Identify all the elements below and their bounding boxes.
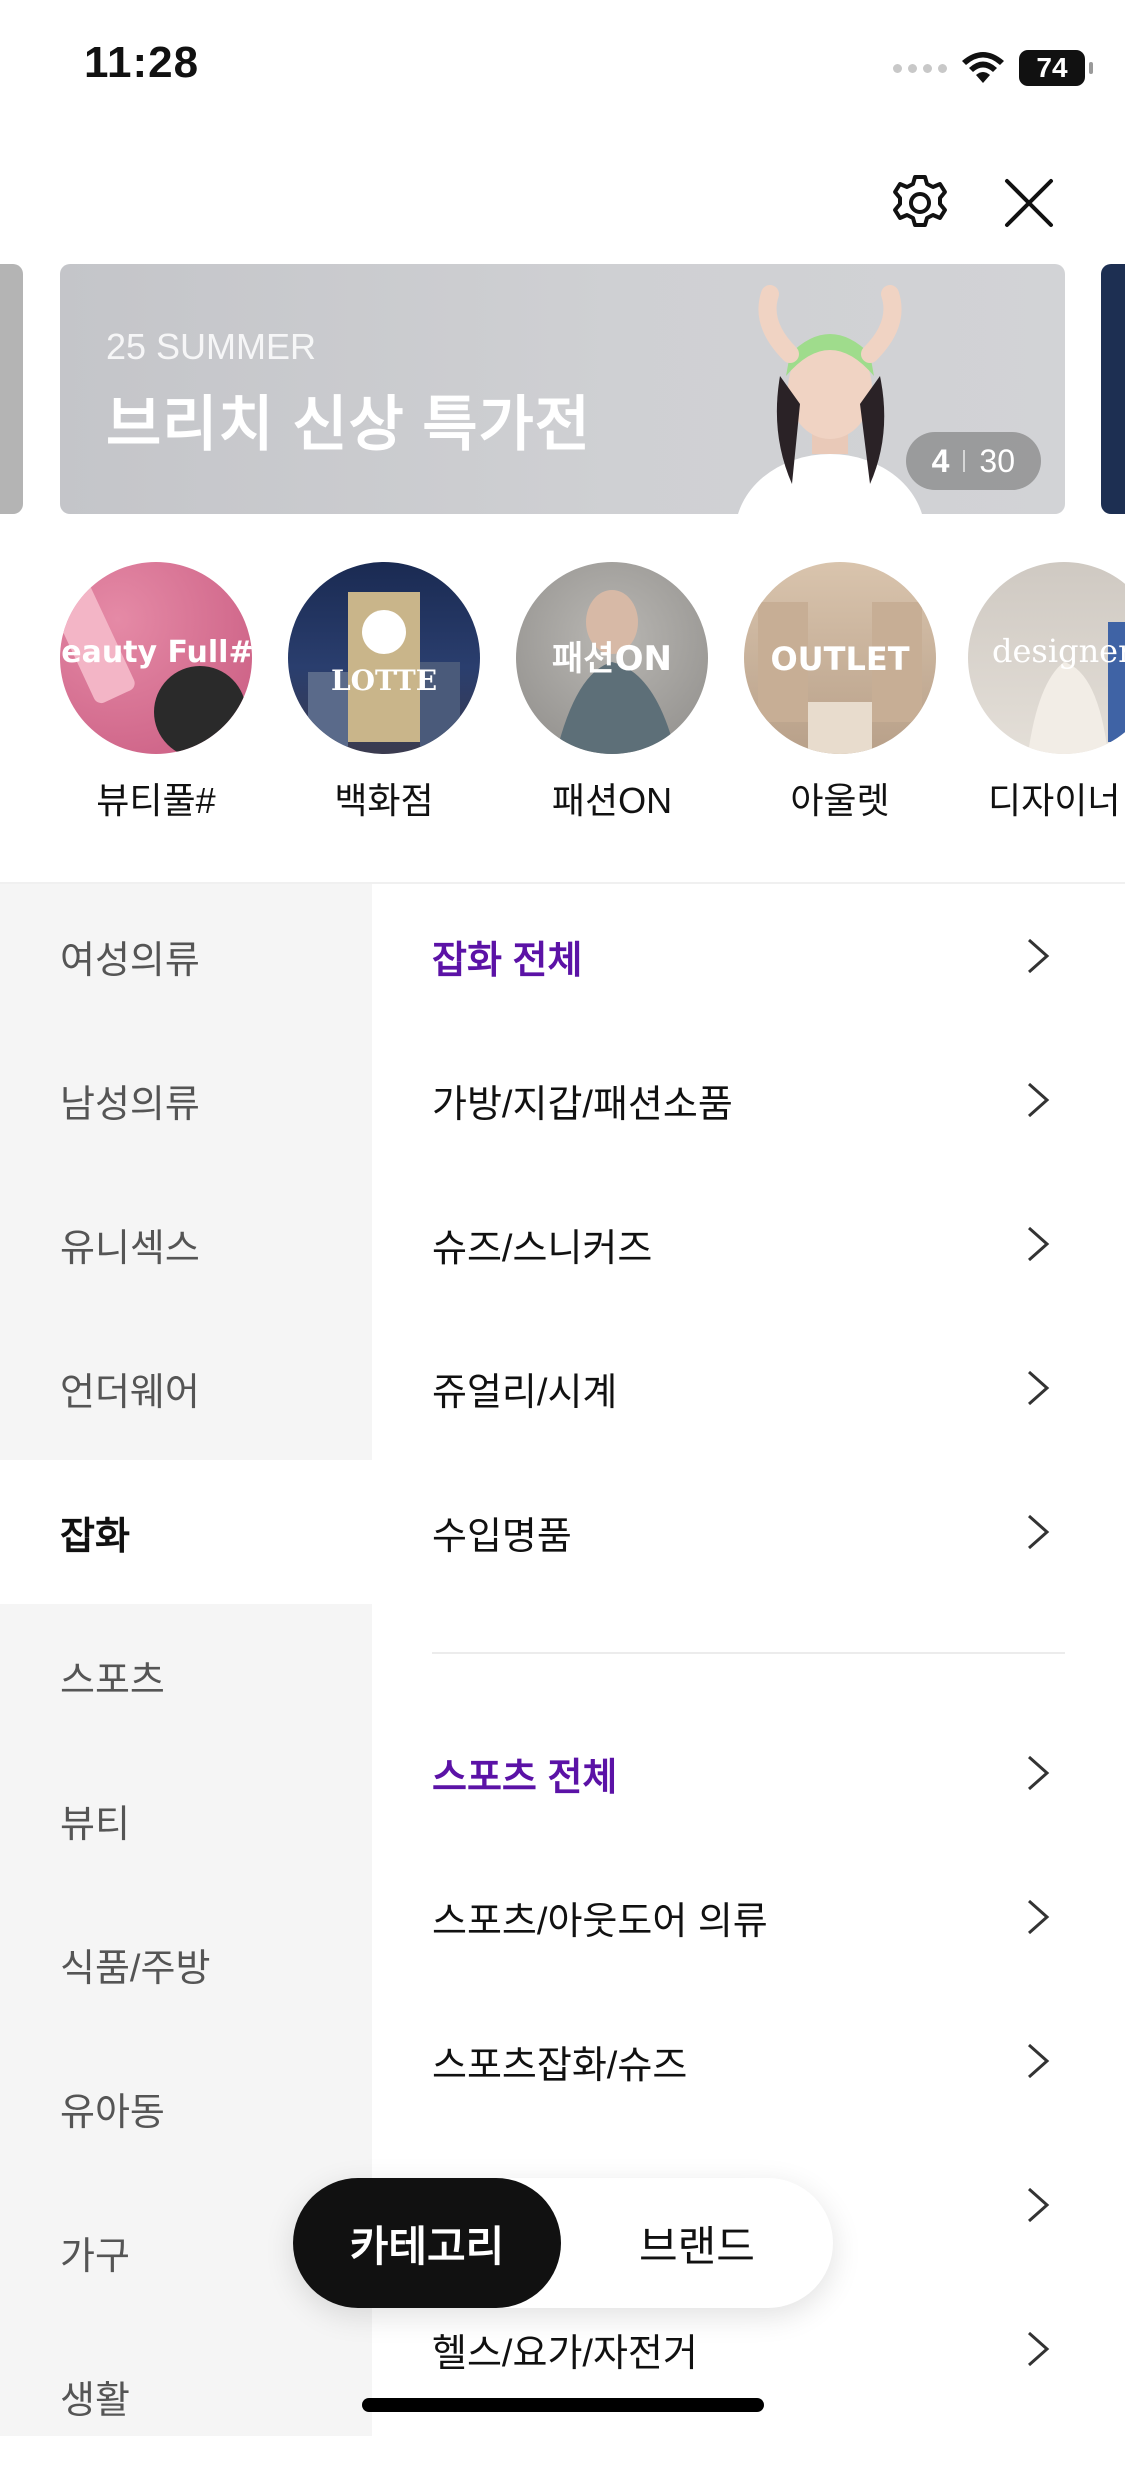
shortcut-beautyful[interactable]: Beauty Full# 뷰티풀# xyxy=(56,562,256,824)
shortcut-outlet[interactable]: OUTLET 아울렛 xyxy=(740,562,940,824)
category-item[interactable]: 스포츠 xyxy=(0,1604,372,1748)
banner-subtitle: 25 SUMMER xyxy=(106,326,317,367)
subcategory-label: 헬스/요가/자전거 xyxy=(432,2332,698,2375)
status-icons: 74 xyxy=(893,46,1093,90)
chevron-right-icon xyxy=(1028,1370,1050,1406)
category-brand-toggle: 카테고리 브랜드 xyxy=(293,2178,833,2308)
banner-counter-current: 4 xyxy=(931,442,950,479)
outlet-logo-icon: OUTLET xyxy=(758,602,922,754)
battery-icon: 74 xyxy=(1019,50,1093,86)
shortcut-label: 뷰티풀# xyxy=(96,780,216,821)
banner-peek-previous[interactable] xyxy=(0,264,23,514)
subcategory-row-all[interactable]: 잡화 전체 xyxy=(432,884,1065,1028)
chevron-right-icon xyxy=(1028,2043,1050,2079)
shortcut-list: Beauty Full# 뷰티풀# LOTTE 백화점 패션ON 패션ON xyxy=(0,562,1125,822)
subcategory-row-all[interactable]: 스포츠 전체 xyxy=(432,1701,1065,1845)
chevron-right-icon xyxy=(1028,2331,1050,2367)
category-item[interactable]: 생활 xyxy=(0,2324,372,2468)
outlet-logo-text: OUTLET xyxy=(770,640,909,678)
subcategory-row[interactable]: 스포츠잡화/슈즈 xyxy=(432,1989,1065,2133)
category-item[interactable]: 유아동 xyxy=(0,2036,372,2180)
subcategory-label: 가방/지갑/패션소품 xyxy=(432,1083,733,1126)
outlet-image: OUTLET xyxy=(744,562,936,754)
beautyful-logo-image: Beauty Full# xyxy=(60,562,252,754)
category-item[interactable]: 유니섹스 xyxy=(0,1172,372,1316)
chevron-right-icon xyxy=(1028,1899,1050,1935)
department-store-image: LOTTE xyxy=(288,562,480,754)
subcategory-label: 슈즈/스니커즈 xyxy=(432,1227,653,1270)
chevron-right-icon xyxy=(1028,938,1050,974)
banner-counter-total: 30 xyxy=(979,442,1015,479)
beautyful-logo-text: Beauty Full# xyxy=(60,635,252,670)
close-icon xyxy=(1005,179,1053,227)
banner-title: 브리치 신상 특가전 xyxy=(106,391,591,458)
subcategory-divider xyxy=(432,1652,1065,1654)
chevron-right-icon xyxy=(1028,1082,1050,1118)
banner-peek-next[interactable] xyxy=(1101,264,1125,514)
settings-button[interactable] xyxy=(887,170,953,236)
department-store-logo-icon: LOTTE xyxy=(308,592,460,752)
chevron-right-icon xyxy=(1028,1514,1050,1550)
chevron-right-icon xyxy=(1028,2187,1050,2223)
chevron-right-icon xyxy=(1028,1226,1050,1262)
category-item[interactable]: 언더웨어 xyxy=(0,1316,372,1460)
category-item-selected[interactable]: 잡화 xyxy=(0,1460,372,1604)
promo-banner[interactable]: 25 SUMMER 브리치 신상 특가전 4 30 xyxy=(60,264,1065,514)
fashion-on-logo-text: 패션ON xyxy=(552,639,672,679)
subcategory-label: 스포츠/아웃도어 의류 xyxy=(432,1900,768,1943)
shortcut-fashion-on[interactable]: 패션ON 패션ON xyxy=(512,562,712,824)
designer-image: designer xyxy=(968,562,1125,754)
chevron-right-icon xyxy=(1028,1755,1050,1791)
subcategory-row[interactable]: 가방/지갑/패션소품 xyxy=(432,1028,1065,1172)
tab-category[interactable]: 카테고리 xyxy=(293,2178,561,2308)
banner-page-counter: 4 30 xyxy=(905,432,1041,490)
shortcut-label: 아울렛 xyxy=(790,780,890,821)
shortcut-label: 디자이너 xyxy=(988,780,1121,821)
tab-brand[interactable]: 브랜드 xyxy=(561,2178,833,2308)
shortcut-designer[interactable]: designer 디자이너 xyxy=(968,562,1125,824)
beautyful-logo-icon: Beauty Full# xyxy=(60,580,252,754)
subcategory-label: 쥬얼리/시계 xyxy=(432,1371,618,1414)
subcategory-row[interactable]: 쥬얼리/시계 xyxy=(432,1316,1065,1460)
subcategory-row[interactable]: 스포츠/아웃도어 의류 xyxy=(432,1845,1065,1989)
subcategory-row[interactable]: 수입명품 xyxy=(432,1460,1065,1604)
cellular-signal-icon xyxy=(893,63,947,73)
banner-counter-separator xyxy=(963,450,966,472)
category-item[interactable]: 식품/주방 xyxy=(0,1892,372,2036)
shortcut-label: 패션ON xyxy=(551,780,673,821)
fashion-on-logo-icon: 패션ON xyxy=(552,590,676,754)
gear-icon xyxy=(893,175,947,227)
designer-logo-icon: designer xyxy=(992,622,1125,754)
category-item[interactable]: 여성의류 xyxy=(0,884,372,1028)
fashion-on-image: 패션ON xyxy=(516,562,708,754)
shortcut-label: 백화점 xyxy=(334,780,434,821)
close-button[interactable] xyxy=(996,170,1062,236)
category-item[interactable]: 남성의류 xyxy=(0,1028,372,1172)
status-time: 11:28 xyxy=(84,38,200,87)
subcategory-label: 스포츠잡화/슈즈 xyxy=(432,2044,688,2087)
subcategory-label: 잡화 전체 xyxy=(432,939,583,982)
designer-logo-text: designer xyxy=(992,632,1125,670)
lotte-logo-text: LOTTE xyxy=(331,664,437,697)
subcategory-row[interactable]: 슈즈/스니커즈 xyxy=(432,1172,1065,1316)
category-item[interactable]: 뷰티 xyxy=(0,1748,372,1892)
wifi-icon xyxy=(962,52,1004,83)
shortcut-department-store[interactable]: LOTTE 백화점 xyxy=(284,562,484,824)
subcategory-label: 스포츠 전체 xyxy=(432,1756,618,1799)
subcategory-label: 수입명품 xyxy=(432,1515,572,1558)
home-indicator xyxy=(362,2398,764,2412)
